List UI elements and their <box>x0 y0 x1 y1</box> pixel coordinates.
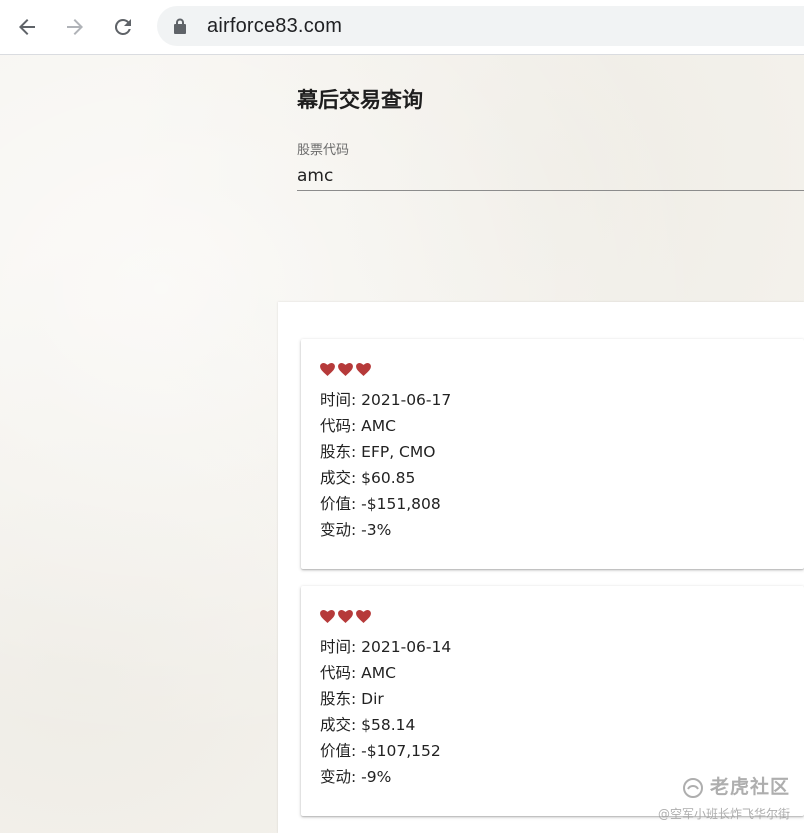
address-bar[interactable]: airforce83.com <box>157 6 804 46</box>
watermark-sub-text: @空军小班长炸飞华尔街 <box>657 807 790 821</box>
back-button[interactable] <box>11 11 43 43</box>
lock-icon <box>174 18 186 34</box>
trade-time: 时间: 2021-06-17 <box>320 391 452 409</box>
trade-code: 代码: AMC <box>320 664 396 682</box>
url-text: airforce83.com <box>207 15 343 37</box>
trade-details: 时间: 2021-06-17 代码: AMC 股东: EFP, CMO 成交: … <box>320 387 451 543</box>
trade-price: 成交: $58.14 <box>320 716 416 734</box>
heart-icon <box>356 363 371 376</box>
page-title: 幕后交易查询 <box>297 88 423 112</box>
heart-icon <box>338 363 353 376</box>
trade-change: 变动: -3% <box>320 521 392 539</box>
arrow-right-icon <box>67 19 83 35</box>
heart-icon <box>320 610 335 623</box>
heart-icon <box>320 363 335 376</box>
trade-details: 时间: 2021-06-14 代码: AMC 股东: Dir 成交: $58.1… <box>320 634 451 790</box>
trade-holder: 股东: Dir <box>320 690 384 708</box>
arrow-left-icon <box>19 19 35 35</box>
rating-hearts <box>320 363 371 376</box>
trade-holder: 股东: EFP, CMO <box>320 443 436 461</box>
watermark: 老虎社区 @空军小班长炸飞华尔街 <box>658 772 790 822</box>
trade-card: 时间: 2021-06-17 代码: AMC 股东: EFP, CMO 成交: … <box>301 339 804 569</box>
stock-code-input[interactable] <box>297 161 804 191</box>
trade-price: 成交: $60.85 <box>320 469 416 487</box>
reload-button[interactable] <box>107 11 139 43</box>
trade-value: 价值: -$151,808 <box>320 495 441 513</box>
browser-toolbar: airforce83.com <box>0 0 804 55</box>
trade-code: 代码: AMC <box>320 417 396 435</box>
heart-icon <box>356 610 371 623</box>
trade-value: 价值: -$107,152 <box>320 742 441 760</box>
watermark-main-text: 老虎社区 <box>709 776 790 798</box>
heart-icon <box>338 610 353 623</box>
forward-button[interactable] <box>59 11 91 43</box>
stock-code-label: 股票代码 <box>297 143 350 158</box>
tiger-logo-icon <box>682 777 703 798</box>
rating-hearts <box>320 610 371 623</box>
reload-icon <box>114 18 131 35</box>
trade-change: 变动: -9% <box>320 768 392 786</box>
trade-time: 时间: 2021-06-14 <box>320 638 452 656</box>
